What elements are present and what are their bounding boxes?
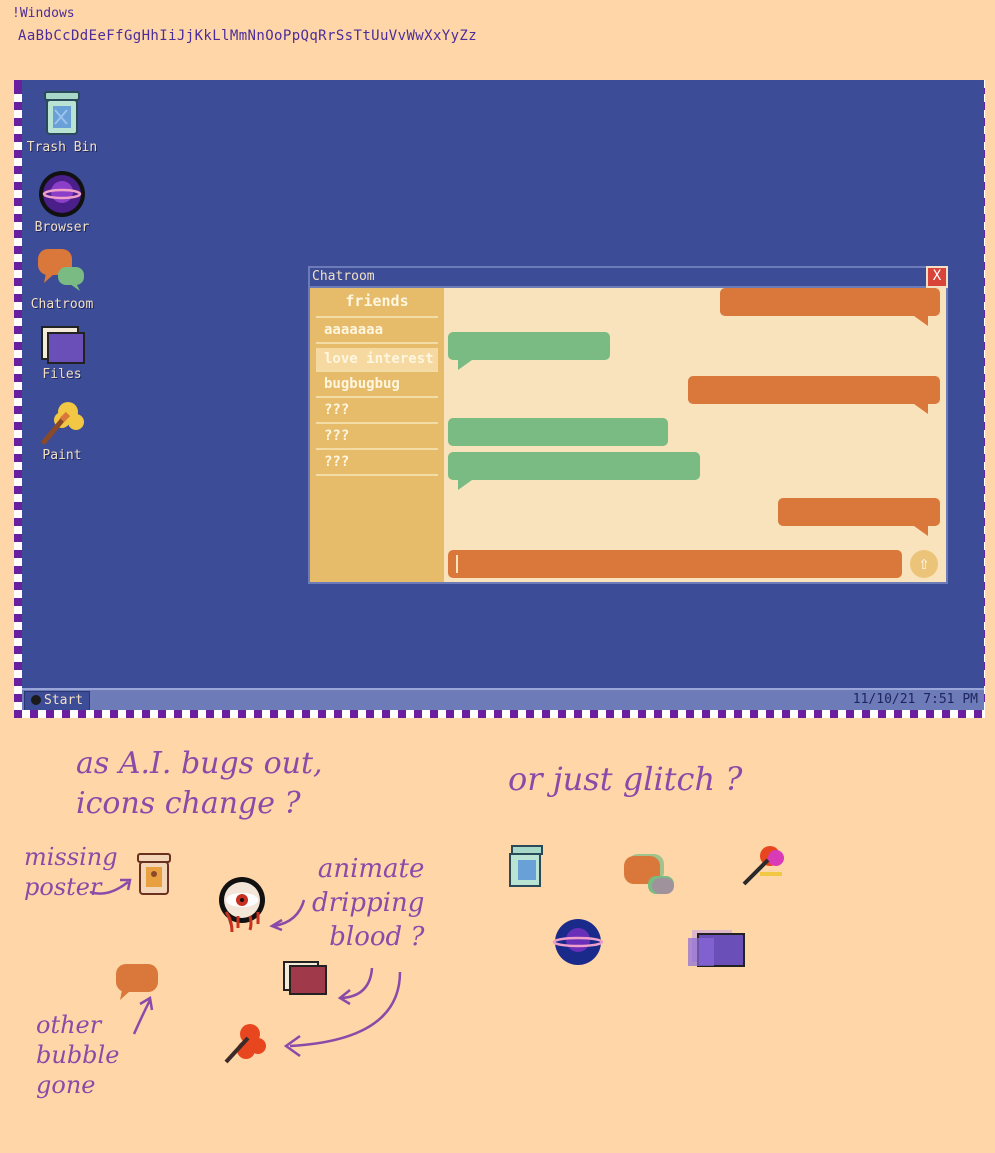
missing-poster-trash-icon (137, 853, 171, 895)
chatroom-window: Chatroom X friends aaaaaaa love interest… (308, 266, 948, 584)
friend-item[interactable]: bugbugbug (316, 372, 438, 398)
close-button[interactable]: X (926, 266, 948, 288)
note-ai-bugs: as A.I. bugs out, icons change ? (76, 746, 323, 821)
send-button[interactable]: ⇧ (910, 550, 938, 578)
desktop-icon-label: Browser (34, 220, 90, 235)
message-bubble-outgoing (778, 498, 940, 526)
arrow-icon (269, 899, 306, 932)
taskbar-clock: 11/10/21 7:51 PM (852, 692, 978, 707)
friends-header: friends (316, 288, 438, 318)
message-bubble-incoming (448, 418, 668, 446)
message-input[interactable] (448, 550, 902, 578)
paint-brush-icon (41, 402, 84, 445)
glitch-trash-icon (509, 845, 543, 887)
desktop-icon-files[interactable]: Files (22, 325, 102, 382)
bubble-tail (914, 526, 928, 536)
desktop-icon-label: Paint (42, 448, 82, 463)
desktop: Trash Bin Browser Chatroom Files Paint C… (22, 80, 984, 710)
bloody-folder-icon (283, 961, 327, 995)
bubble-tail (458, 480, 472, 490)
start-label: Start (44, 693, 84, 708)
folder-icon (41, 326, 85, 364)
glitch-paint-icon (742, 846, 784, 886)
bloody-paint-icon (224, 1024, 266, 1064)
taskbar: Start 11/10/21 7:51 PM (22, 688, 984, 710)
message-bubble-incoming (448, 452, 700, 480)
glitch-planet-icon (552, 919, 604, 965)
message-bubble-incoming (448, 332, 610, 360)
message-bubble-outgoing (720, 288, 940, 316)
desktop-icon-browser[interactable]: Browser (22, 170, 102, 235)
bubble-tail (914, 404, 928, 414)
bleeding-eye-icon (219, 877, 265, 933)
note-bubble-gone: other bubble gone (36, 1011, 120, 1099)
chat-bubbles-icon (38, 249, 84, 291)
up-arrow-icon: ⇧ (918, 553, 930, 574)
friend-item[interactable]: ??? (316, 450, 438, 476)
friends-panel: friends aaaaaaa love interest bugbugbug … (310, 288, 444, 582)
arrow-icon (132, 996, 154, 1035)
desktop-icon-label: Trash Bin (26, 140, 98, 155)
desktop-icon-label: Files (42, 367, 82, 382)
friend-item[interactable]: ??? (316, 398, 438, 424)
desktop-icon-trash-bin[interactable]: Trash Bin (22, 90, 102, 155)
note-glitch: or just glitch ? (508, 760, 743, 798)
start-button[interactable]: Start (24, 691, 91, 710)
header-title: !Windows (12, 6, 75, 21)
message-bubble-outgoing (688, 376, 940, 404)
font-sample-alphabet: AaBbCcDdEeFfGgHhIiJjKkLlMmNnOoPpQqRrSsTt… (18, 28, 478, 44)
desktop-icon-paint[interactable]: Paint (22, 398, 102, 463)
bubble-tail (458, 360, 472, 370)
start-orb-icon (31, 695, 41, 705)
friend-item[interactable]: ??? (316, 424, 438, 450)
message-area (444, 288, 946, 582)
arrow-icon (89, 878, 132, 895)
bubble-tail (914, 316, 928, 326)
single-bubble-icon (116, 964, 158, 1000)
text-caret (456, 555, 458, 573)
window-title[interactable]: Chatroom (310, 268, 928, 288)
trash-bin-icon (44, 91, 80, 135)
glitch-chat-icon (624, 854, 674, 894)
note-dripping-blood: animate dripping blood ? (312, 854, 425, 952)
desktop-icon-label: Chatroom (30, 297, 94, 312)
friend-item-active[interactable]: love interest (316, 348, 438, 372)
desktop-icon-chatroom[interactable]: Chatroom (22, 247, 102, 312)
planet-icon (39, 171, 85, 217)
glitch-folder-icon (688, 930, 745, 967)
friend-item[interactable]: aaaaaaa (316, 318, 438, 344)
